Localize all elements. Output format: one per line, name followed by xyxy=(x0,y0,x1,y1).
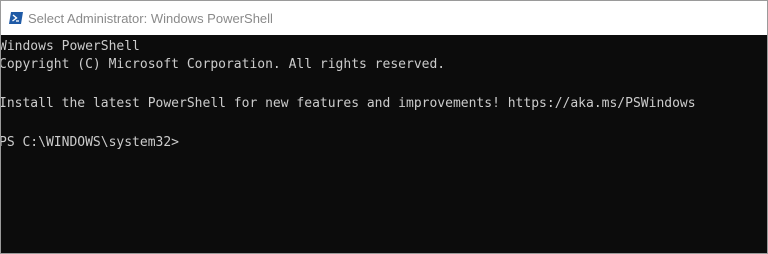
console-line-install-notice: Install the latest PowerShell for new fe… xyxy=(0,96,696,111)
console-prompt[interactable]: PS C:\WINDOWS\system32> xyxy=(1,135,179,151)
console-line-copyright: Copyright (C) Microsoft Corporation. All… xyxy=(0,57,446,72)
powershell-icon xyxy=(9,12,23,24)
powershell-window: Select Administrator: Windows PowerShell… xyxy=(0,0,768,254)
console-area[interactable]: Windows PowerShell Copyright (C) Microso… xyxy=(0,35,767,253)
console-line-banner: Windows PowerShell xyxy=(0,39,140,54)
title-bar[interactable]: Select Administrator: Windows PowerShell xyxy=(1,1,767,35)
window-title: Select Administrator: Windows PowerShell xyxy=(28,10,273,26)
